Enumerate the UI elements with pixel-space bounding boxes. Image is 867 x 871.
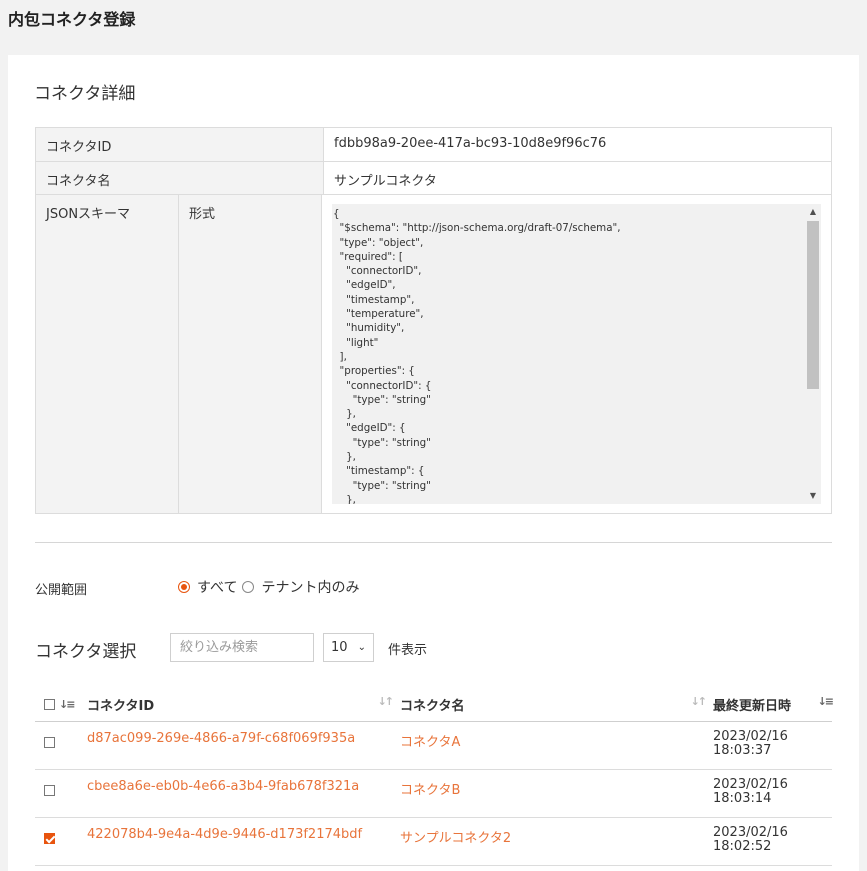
table-row: cbee8a6e-eb0b-4e66-a3b4-9fab678f321a コネク… [35,770,832,818]
scope-option-tenant[interactable]: テナント内のみ [242,577,359,597]
schema-textarea[interactable]: { "$schema": "http://json-schema.org/dra… [332,204,821,504]
row-name-link[interactable]: コネクタB [400,770,713,798]
detail-row-name: コネクタ名 サンプルコネクタ [36,162,831,195]
connector-select-title: コネクタ選択 [35,642,137,662]
schema-format-label: 形式 [179,195,322,513]
row-checkbox-cell [35,818,87,844]
row-name-link[interactable]: サンプルコネクタ2 [400,818,713,846]
header-name[interactable]: コネクタ名 ↓↑ [400,695,713,714]
schema-value-cell: { "$schema": "http://json-schema.org/dra… [322,195,831,513]
sort-icon[interactable]: ↓≡ [818,695,835,714]
sort-icon[interactable]: ↓↑ [378,695,395,714]
row-checkbox[interactable] [44,833,55,844]
scope-radio-group: すべて テナント内のみ [178,577,364,597]
row-time: 18:02:52 [713,839,772,854]
row-id-link[interactable]: 422078b4-9e4a-4d9e-9446-d173f2174bdf [87,818,400,842]
table-row: d87ac099-269e-4866-a79f-c68f069f935a コネク… [35,722,832,770]
sort-icon[interactable]: ↓≡ [59,698,76,711]
connector-id-label: コネクタID [36,128,324,161]
section-divider [35,542,832,543]
row-updated: 2023/02/16 18:02:52 [713,818,832,854]
row-id-link[interactable]: cbee8a6e-eb0b-4e66-a3b4-9fab678f321a [87,770,400,794]
radio-all[interactable] [178,581,190,593]
row-checkbox[interactable] [44,785,55,796]
page-size-suffix: 件表示 [388,643,428,658]
connector-id-value: fdbb98a9-20ee-417a-bc93-10d8e9f96c76 [334,136,607,151]
section-title-detail: コネクタ詳細 [34,84,136,104]
header-name-label: コネクタ名 [400,698,465,714]
connector-name-value: サンプルコネクタ [334,174,437,189]
scope-option-tenant-label: テナント内のみ [261,580,360,596]
detail-row-schema: JSONスキーマ 形式 { "$schema": "http://json-sc… [36,195,831,513]
table-header: ↓≡ コネクタID ↓↑ コネクタ名 ↓↑ 最終更新日時 ↓≡ [35,687,835,722]
main-panel: コネクタ詳細 コネクタID fdbb98a9-20ee-417a-bc93-10… [8,55,859,871]
row-date: 2023/02/16 [713,777,788,792]
row-name-link[interactable]: コネクタA [400,722,713,750]
detail-row-id: コネクタID fdbb98a9-20ee-417a-bc93-10d8e9f96… [36,128,831,162]
row-time: 18:03:37 [713,743,772,758]
connector-list-table: ↓≡ コネクタID ↓↑ コネクタ名 ↓↑ 最終更新日時 ↓≡ d87ac099… [35,687,835,866]
row-date: 2023/02/16 [713,729,788,744]
row-checkbox-cell [35,770,87,796]
scope-label: 公開範囲 [35,583,88,598]
header-updated[interactable]: 最終更新日時 ↓≡ [713,695,835,714]
scroll-down-icon[interactable]: ▼ [808,491,818,501]
filter-search-input[interactable] [170,633,314,662]
schema-text: { "$schema": "http://json-schema.org/dra… [333,208,621,504]
row-checkbox-cell [35,722,87,748]
radio-tenant[interactable] [242,581,255,593]
table-row: 422078b4-9e4a-4d9e-9446-d173f2174bdf サンプ… [35,818,832,866]
sort-icon[interactable]: ↓↑ [691,695,708,714]
scope-option-all-label: すべて [197,580,238,596]
header-checkbox-cell: ↓≡ [35,698,87,711]
page-size-select[interactable]: 10 ⌄ [323,633,374,662]
chevron-down-icon: ⌄ [357,642,366,653]
row-updated: 2023/02/16 18:03:37 [713,722,832,758]
schema-scrollbar[interactable]: ▲ ▼ [805,204,821,504]
header-id-label: コネクタID [87,698,155,714]
header-id[interactable]: コネクタID ↓↑ [87,695,400,714]
scroll-thumb[interactable] [807,221,819,389]
page-title: 内包コネクタ登録 [8,10,136,29]
scroll-up-icon[interactable]: ▲ [808,207,818,217]
connector-name-label: コネクタ名 [36,162,324,194]
connector-detail-table: コネクタID fdbb98a9-20ee-417a-bc93-10d8e9f96… [35,127,832,514]
row-date: 2023/02/16 [713,825,788,840]
row-time: 18:03:14 [713,791,772,806]
scope-option-all[interactable]: すべて [178,577,237,597]
row-updated: 2023/02/16 18:03:14 [713,770,832,806]
header-updated-label: 最終更新日時 [713,698,792,714]
schema-label: JSONスキーマ [36,195,179,513]
page-size-value: 10 [331,640,348,655]
select-all-checkbox[interactable] [44,698,55,710]
row-checkbox[interactable] [44,737,55,748]
row-id-link[interactable]: d87ac099-269e-4866-a79f-c68f069f935a [87,722,400,746]
